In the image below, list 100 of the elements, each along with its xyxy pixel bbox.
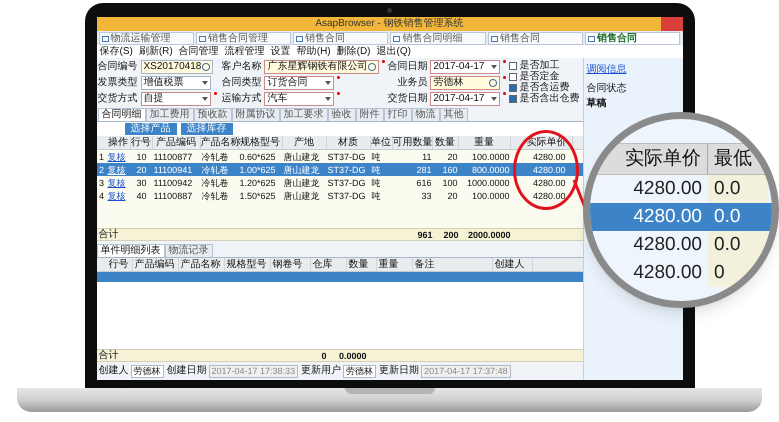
detail-tab[interactable]: 附属协议 [232, 108, 280, 121]
status-label: 合同状态 [586, 83, 626, 95]
grid-row[interactable]: 4280.00 0.0 [590, 175, 772, 203]
row-number: 1 [98, 150, 105, 162]
table-cell: 0.0 [708, 175, 768, 203]
row-link[interactable]: 复核 [106, 176, 130, 188]
input-field[interactable]: 劳德林 [343, 364, 376, 378]
table-cell-text: 唐山建龙 [282, 150, 320, 162]
required-icon [214, 92, 216, 95]
detail-tab[interactable]: 物流记录 [164, 244, 212, 257]
table-cell-text: 33 [420, 190, 432, 202]
caret-icon[interactable] [491, 97, 498, 101]
grid-row[interactable]: 4280.00 0.0 [590, 203, 772, 231]
table-cell-text: 4280.00 [632, 261, 703, 285]
row-link[interactable]: 复核 [106, 190, 130, 202]
required-icon [337, 92, 340, 95]
menu-item[interactable]: 刷新(R) [138, 46, 173, 58]
column-header: 可用数量 [392, 136, 432, 149]
browser-tab[interactable]: 销售合同 [488, 32, 584, 45]
input-field[interactable]: 2017-04-17 [430, 60, 500, 74]
grid-row[interactable]: 3 复核 30 11100942 冷轧卷 1.20*625 唐山建龙 ST37-DG 吨 616 100 1000.0000 4280.00 [96, 176, 582, 189]
grid-row[interactable]: 4280.00 0.0 [590, 231, 772, 259]
detail-tab[interactable]: 打印 [384, 108, 412, 121]
input-field[interactable]: 劳德林 [430, 76, 500, 90]
grid-row[interactable]: 2 复核 20 11100941 冷轧卷 1.00*625 唐山建龙 ST37-DG 吨 281 160 800.0000 4280.00 [96, 163, 582, 176]
toolbar-button[interactable]: 选择产品 [124, 123, 176, 135]
field-label: 交货方式 [98, 93, 138, 105]
browser-tab[interactable]: 物流运输管理 [98, 32, 194, 45]
table-cell-text: 616 [415, 176, 432, 188]
input-field[interactable]: 2017-04-17 [430, 92, 500, 106]
menu-item[interactable]: 设置 [270, 46, 291, 58]
detail-tab[interactable]: 验收 [328, 108, 356, 121]
input-field[interactable]: 自提 [140, 92, 210, 106]
browser-tab[interactable]: 销售合同 [293, 32, 388, 45]
checkbox[interactable] [509, 95, 518, 103]
field-label: 运输方式 [221, 93, 262, 105]
search-icon[interactable] [368, 63, 376, 71]
column-header: 产品名称 [178, 258, 224, 271]
menu-item[interactable]: 帮助(H) [296, 46, 331, 58]
table-cell-text: ST37-DG [326, 176, 367, 188]
required-icon [503, 76, 506, 79]
row-link[interactable]: 复核 [106, 164, 130, 176]
caret-icon[interactable] [491, 65, 498, 69]
detail-tab[interactable]: 物流 [412, 108, 440, 121]
table-cell-text: 11100877 [152, 150, 194, 162]
table-cell-text: 100.0000 [470, 190, 510, 202]
menu-item[interactable]: 流程管理 [224, 46, 265, 58]
column-header: 数量 [346, 258, 376, 271]
detail-tab[interactable]: 单件明细列表 [96, 244, 164, 257]
info-link[interactable]: 调阅信息 [586, 64, 626, 76]
checkbox-label: 是否定金 [519, 72, 560, 82]
table-cell: 0.0 [708, 231, 768, 259]
detail-tab[interactable]: 预收款 [194, 108, 232, 121]
table-cell-text: 11100887 [152, 190, 194, 202]
input-field[interactable]: 广东星辉钢铁有限公司 [264, 60, 380, 74]
input-field[interactable]: 增值税票 [140, 76, 210, 90]
menu-item[interactable]: 退出(Q) [376, 46, 411, 58]
caret-icon[interactable] [202, 97, 208, 101]
browser-tab[interactable]: 销售合同管理 [196, 32, 292, 45]
grid-row[interactable]: 1 复核 10 11100877 冷轧卷 0.60*625 唐山建龙 ST37-DG 吨 11 20 100.0000 4280.00 [96, 150, 582, 163]
input-field[interactable]: 订货合同 [264, 76, 334, 90]
row-link[interactable]: 复核 [106, 150, 130, 162]
grid-row[interactable]: 4280.00 0 [590, 259, 772, 287]
menu-item[interactable]: 保存(S) [100, 46, 133, 58]
detail-tab[interactable]: 其他 [440, 108, 468, 121]
grid-row[interactable]: 4 复核 40 11100887 冷轧卷 1.50*625 唐山建龙 ST37-DG 吨 33 20 100.0000 4280.00 [96, 189, 582, 202]
page-icon [296, 36, 304, 42]
field-label: 交货日期 [387, 93, 428, 105]
menu-item[interactable]: 删除(D) [336, 46, 371, 58]
caret-icon[interactable] [325, 81, 332, 85]
checkbox[interactable] [509, 73, 518, 81]
field-label: 更新用户 [301, 365, 342, 377]
input-field[interactable]: 劳德林 [130, 364, 164, 378]
input-field[interactable]: XS20170418 [140, 60, 214, 74]
column-header: 行号 [130, 136, 152, 149]
field-label: 创建日期 [166, 365, 206, 377]
detail-tab[interactable]: 合同明细 [98, 108, 146, 121]
table-cell-text: 4280.00 [632, 177, 703, 201]
table-cell-text: 0.60*625 [238, 150, 277, 162]
input-field[interactable]: 汽车 [264, 92, 334, 106]
caret-icon[interactable] [325, 97, 332, 101]
table-cell-text: 冷轧卷 [200, 164, 230, 176]
detail-tab[interactable]: 加工要求 [280, 108, 328, 121]
field-label: 客户名称 [221, 61, 262, 73]
column-header: 单位 [370, 136, 392, 149]
browser-tab[interactable]: 销售合同明细 [390, 32, 486, 45]
table-cell-text: 吨 [370, 190, 382, 202]
search-icon[interactable] [202, 63, 210, 71]
checkbox[interactable] [509, 84, 518, 92]
detail-tab[interactable]: 附件 [356, 108, 384, 121]
detail-tab[interactable]: 加工费用 [146, 108, 194, 121]
table-cell-text: 1.00*625 [238, 164, 277, 176]
menu-item[interactable]: 合同管理 [178, 46, 219, 58]
search-icon[interactable] [489, 79, 498, 87]
browser-tab[interactable]: 销售合同 [585, 32, 680, 45]
toolbar-button[interactable]: 选择库存 [180, 123, 232, 135]
caret-icon[interactable] [202, 81, 208, 85]
column-header: 行号 [106, 258, 132, 271]
checkbox[interactable] [509, 62, 518, 70]
table-cell-text: 10 [135, 150, 148, 162]
